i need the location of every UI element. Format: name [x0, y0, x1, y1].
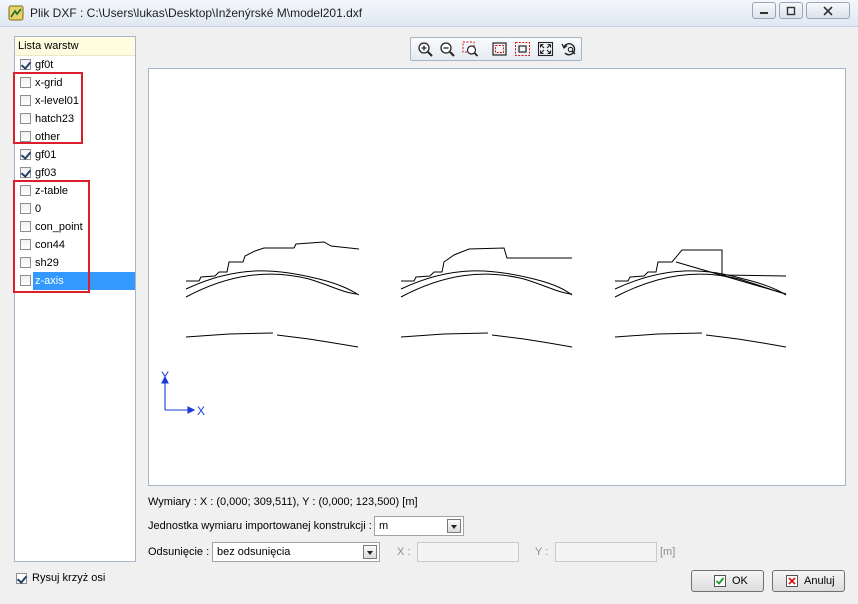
- dxf-preview-canvas[interactable]: Y X: [148, 68, 846, 486]
- terrain-polyline: [401, 247, 572, 282]
- layer-item-other[interactable]: other: [15, 128, 135, 146]
- layer-checkbox[interactable]: [20, 221, 31, 232]
- layer-checkbox[interactable]: [20, 239, 31, 250]
- layer-label: gf01: [35, 149, 57, 161]
- layer-item-hatch23[interactable]: hatch23: [15, 110, 135, 128]
- terrain-polyline: [615, 249, 787, 282]
- offset-y-label: Y :: [535, 546, 549, 558]
- fit-selection-icon[interactable]: [514, 41, 531, 57]
- layer-item-gf03[interactable]: gf03: [15, 164, 135, 182]
- layer-list[interactable]: Lista warstw gf0t x-grid x-level01 hatch…: [14, 36, 136, 562]
- layer-checkbox[interactable]: [20, 185, 31, 196]
- layer-item-con-point[interactable]: con_point: [15, 218, 135, 236]
- layer-item-gf0t[interactable]: gf0t: [15, 56, 135, 74]
- offset-x-label: X :: [397, 546, 411, 558]
- layer-item-gf01[interactable]: gf01: [15, 146, 135, 164]
- layer-item-z-axis[interactable]: z-axis: [15, 272, 135, 290]
- axis-y-label: Y: [161, 369, 169, 383]
- layer-checkbox[interactable]: [20, 275, 31, 286]
- select-region-icon[interactable]: [491, 41, 508, 57]
- check-icon: [714, 575, 726, 587]
- layer-label: sh29: [35, 257, 59, 269]
- layer-label: hatch23: [35, 113, 75, 125]
- restore-icon: [786, 6, 796, 15]
- close-button[interactable]: [806, 2, 850, 19]
- zoom-extents-icon[interactable]: [537, 41, 554, 57]
- layer-list-header: Lista warstw: [15, 37, 135, 56]
- offset-unit-label: [m]: [660, 546, 676, 558]
- minimize-button[interactable]: [752, 2, 776, 19]
- layer-checkbox[interactable]: [20, 59, 31, 70]
- offset-select[interactable]: bez odsunięcia: [212, 542, 380, 562]
- layer-checkbox[interactable]: [20, 167, 31, 178]
- layer-label: z-axis: [33, 272, 135, 290]
- layer-checkbox[interactable]: [20, 257, 31, 268]
- unit-select-value: m: [379, 520, 389, 532]
- view-toolbar: [410, 37, 582, 61]
- layer-checkbox[interactable]: [20, 131, 31, 142]
- layer-item-0[interactable]: 0: [15, 200, 135, 218]
- ok-button-label: OK: [732, 575, 748, 587]
- cancel-button-label: Anuluj: [804, 575, 835, 587]
- layer-label: con44: [35, 239, 65, 251]
- layer-item-z-table[interactable]: z-table: [15, 182, 135, 200]
- draw-axis-cross-checkbox[interactable]: [16, 573, 27, 584]
- layer-label: con_point: [35, 221, 83, 233]
- maximize-button[interactable]: [779, 2, 803, 19]
- dimensions-text: Wymiary : X : (0,000; 309,511), Y : (0,0…: [148, 496, 418, 508]
- app-icon: [8, 5, 24, 21]
- layer-label: x-grid: [35, 77, 63, 89]
- layer-checkbox[interactable]: [20, 113, 31, 124]
- zoom-window-icon[interactable]: [462, 41, 479, 57]
- offset-x-input[interactable]: [417, 542, 519, 562]
- offset-y-input[interactable]: [555, 542, 657, 562]
- layer-label: z-table: [35, 185, 69, 197]
- layer-label: gf0t: [35, 59, 54, 71]
- zoom-in-icon[interactable]: [417, 41, 434, 57]
- layer-item-x-level01[interactable]: x-level01: [15, 92, 135, 110]
- chevron-down-icon[interactable]: [447, 519, 461, 533]
- offset-select-value: bez odsunięcia: [217, 546, 291, 558]
- layer-item-x-grid[interactable]: x-grid: [15, 74, 135, 92]
- dxf-drawing: Y X: [161, 241, 787, 418]
- terrain-polyline: [400, 332, 573, 348]
- terrain-polyline: [186, 241, 360, 282]
- window-title: Plik DXF : C:\Users\lukas\Desktop\Inžený…: [30, 6, 363, 20]
- offset-label: Odsunięcie :: [148, 546, 210, 558]
- close-icon: [823, 5, 833, 16]
- terrain-polyline: [675, 261, 787, 295]
- axis-x-label: X: [197, 404, 205, 418]
- layer-checkbox[interactable]: [20, 203, 31, 214]
- terrain-polyline: [400, 273, 573, 298]
- rotate-view-icon[interactable]: [561, 41, 578, 57]
- terrain-polyline: [614, 332, 787, 348]
- unit-select[interactable]: m: [374, 516, 464, 536]
- cancel-button[interactable]: Anuluj: [772, 570, 845, 592]
- layer-checkbox[interactable]: [20, 149, 31, 160]
- cancel-icon: [786, 575, 798, 587]
- layer-label: gf03: [35, 167, 57, 179]
- layer-checkbox[interactable]: [20, 77, 31, 88]
- terrain-polyline: [614, 273, 787, 298]
- layer-label: other: [35, 131, 61, 143]
- title-bar: Plik DXF : C:\Users\lukas\Desktop\Inžený…: [0, 0, 858, 27]
- minimize-icon: [760, 11, 768, 14]
- chevron-down-icon[interactable]: [363, 545, 377, 559]
- unit-label: Jednostka wymiaru importowanej konstrukc…: [148, 520, 372, 532]
- layer-label: 0: [35, 203, 42, 215]
- layer-checkbox[interactable]: [20, 95, 31, 106]
- layer-item-sh29[interactable]: sh29: [15, 254, 135, 272]
- terrain-polyline: [185, 332, 359, 348]
- terrain-polyline: [185, 273, 358, 298]
- layer-item-con44[interactable]: con44: [15, 236, 135, 254]
- draw-axis-cross-label: Rysuj krzyż osi: [32, 572, 106, 584]
- layer-label: x-level01: [35, 95, 80, 107]
- ok-button[interactable]: OK: [691, 570, 764, 592]
- zoom-out-icon[interactable]: [439, 41, 456, 57]
